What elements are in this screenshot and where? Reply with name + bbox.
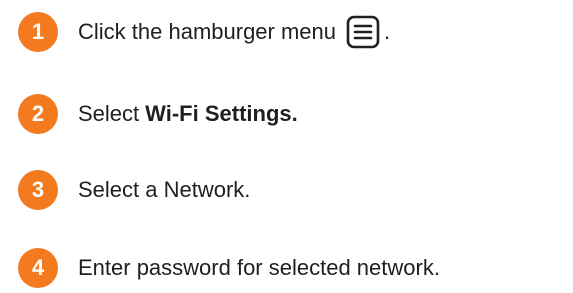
step-number-badge: 3 — [18, 170, 58, 210]
step-number-badge: 1 — [18, 12, 58, 52]
step-text: Select — [78, 101, 140, 126]
step-number-badge: 4 — [18, 248, 58, 288]
step-instruction: Select a Network. — [78, 176, 250, 204]
step-instruction: Enter password for selected network. — [78, 254, 440, 282]
step-text: Click the hamburger menu — [78, 19, 337, 44]
step-number-badge: 2 — [18, 94, 58, 134]
step-text: Enter password for selected network. — [78, 255, 440, 280]
step-text-suffix: . — [384, 19, 391, 44]
step-instruction: Select Wi-Fi Settings. — [78, 100, 298, 128]
wifi-settings-label: Wi-Fi Settings. — [145, 101, 298, 126]
step-3: 3 Select a Network. — [18, 170, 250, 210]
step-4: 4 Enter password for selected network. — [18, 248, 440, 288]
step-instruction: Click the hamburger menu . — [78, 15, 390, 49]
steps-list: 1 Click the hamburger menu . 2 Select Wi… — [0, 0, 573, 293]
hamburger-menu-icon — [346, 15, 380, 49]
step-2: 2 Select Wi-Fi Settings. — [18, 94, 298, 134]
step-text: Select a Network. — [78, 177, 251, 202]
step-1: 1 Click the hamburger menu . — [18, 12, 390, 52]
